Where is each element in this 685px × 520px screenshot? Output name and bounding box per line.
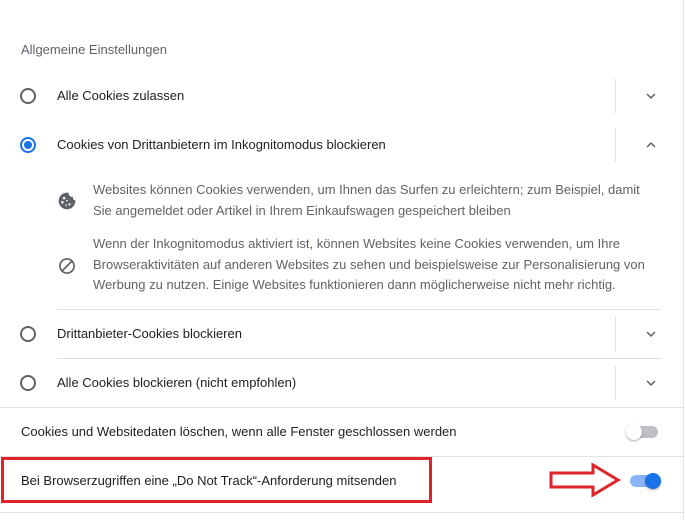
radio-button[interactable]: [20, 375, 36, 391]
detail-text: Websites können Cookies verwenden, um Ih…: [93, 182, 640, 218]
chevron-down-icon[interactable]: [642, 374, 660, 392]
divider: [615, 366, 616, 400]
toggle-row-clear-on-exit[interactable]: Cookies und Websitedaten löschen, wenn a…: [0, 408, 683, 456]
chevron-down-icon[interactable]: [642, 325, 660, 343]
settings-page: Allgemeine Einstellungen Alle Cookies zu…: [0, 0, 685, 520]
radio-button[interactable]: [20, 88, 36, 104]
radio-option-block-third-party[interactable]: Drittanbieter-Cookies blockieren: [0, 310, 683, 358]
arrow-right-icon: [549, 462, 621, 498]
radio-option-allow-all[interactable]: Alle Cookies zulassen: [0, 72, 683, 120]
block-icon: [59, 258, 75, 274]
divider: [615, 79, 616, 113]
radio-button[interactable]: [20, 326, 36, 342]
divider: [615, 128, 616, 162]
radio-option-label: Cookies von Drittanbietern im Inkognitom…: [57, 137, 386, 152]
radio-option-label: Alle Cookies blockieren (nicht empfohlen…: [57, 375, 297, 390]
radio-option-block-third-party-incognito[interactable]: Cookies von Drittanbietern im Inkognitom…: [0, 120, 683, 170]
cookie-settings-card: Allgemeine Einstellungen Alle Cookies zu…: [0, 0, 684, 520]
chevron-down-icon[interactable]: [642, 87, 660, 105]
radio-option-label: Alle Cookies zulassen: [57, 88, 185, 103]
detail-text: Wenn der Inkognitomodus aktiviert ist, k…: [93, 236, 645, 292]
toggle-knob[interactable]: [626, 424, 642, 440]
toggle-knob[interactable]: [645, 473, 661, 489]
detail-item-cookies: Websites können Cookies verwenden, um Ih…: [0, 175, 683, 225]
cookie-icon: [58, 192, 76, 210]
chevron-up-icon[interactable]: [642, 136, 660, 154]
highlight-box-annotation: [1, 457, 432, 503]
divider: [0, 512, 683, 513]
detail-item-incognito: Wenn der Inkognitomodus aktiviert ist, k…: [0, 230, 683, 302]
radio-option-label: Drittanbieter-Cookies blockieren: [57, 326, 242, 341]
section-title: Allgemeine Einstellungen: [21, 42, 167, 57]
divider: [615, 317, 616, 351]
radio-button-selected[interactable]: [20, 137, 36, 153]
toggle-label: Cookies und Websitedaten löschen, wenn a…: [21, 424, 457, 439]
radio-option-block-all[interactable]: Alle Cookies blockieren (nicht empfohlen…: [0, 359, 683, 407]
